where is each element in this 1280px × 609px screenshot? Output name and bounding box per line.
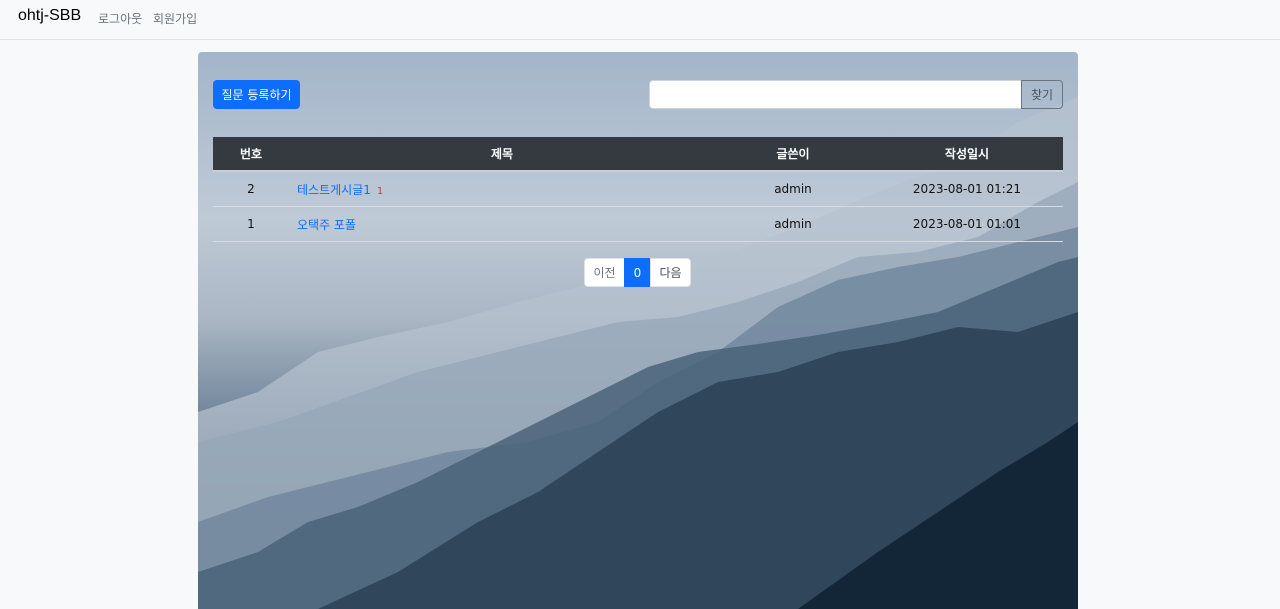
question-table: 번호 제목 글쓴이 작성일시 2 테스트게시글1 1 admin 2023-08-… — [213, 137, 1063, 242]
nav-signup-link[interactable]: 회원가입 — [153, 10, 197, 27]
row-title-cell: 오택주 포폴 — [289, 216, 715, 233]
content-panel: 질문 등록하기 찾기 번호 제목 글쓴이 작성일시 2 테스트게시글1 1 adm… — [198, 52, 1078, 609]
table-row: 1 오택주 포폴 admin 2023-08-01 01:01 — [213, 207, 1063, 242]
row-title-cell: 테스트게시글1 1 — [289, 181, 715, 198]
row-author: admin — [774, 182, 812, 196]
page-current-button[interactable]: 0 — [624, 258, 651, 287]
row-date: 2023-08-01 01:01 — [912, 217, 1022, 231]
mountain-background-image — [198, 97, 1078, 609]
header-author: 글쓴이 — [776, 147, 810, 161]
navbar: ohtj-SBB 로그아웃 회원가입 — [0, 0, 1280, 40]
brand-logo-link[interactable]: ohtj-SBB — [18, 7, 81, 25]
table-header: 번호 제목 글쓴이 작성일시 — [213, 137, 1063, 172]
answer-count-badge: 1 — [376, 185, 384, 197]
pagination: 이전 0 다음 — [584, 258, 691, 287]
row-author: admin — [774, 217, 812, 231]
row-number: 2 — [247, 182, 255, 196]
header-number: 번호 — [239, 147, 263, 161]
header-title: 제목 — [490, 147, 514, 161]
header-date: 작성일시 — [944, 147, 990, 161]
nav-logout-link[interactable]: 로그아웃 — [98, 10, 142, 27]
search-input[interactable] — [649, 80, 1022, 109]
row-number: 1 — [247, 217, 255, 231]
page-prev-button[interactable]: 이전 — [584, 258, 625, 287]
page-next-button[interactable]: 다음 — [650, 258, 691, 287]
search-button[interactable]: 찾기 — [1021, 80, 1063, 109]
question-subject-link[interactable]: 오택주 포폴 — [297, 218, 356, 232]
table-row: 2 테스트게시글1 1 admin 2023-08-01 01:21 — [213, 172, 1063, 207]
row-date: 2023-08-01 01:21 — [912, 182, 1022, 196]
question-subject-link[interactable]: 테스트게시글1 — [297, 183, 371, 197]
create-question-button[interactable]: 질문 등록하기 — [213, 80, 300, 109]
